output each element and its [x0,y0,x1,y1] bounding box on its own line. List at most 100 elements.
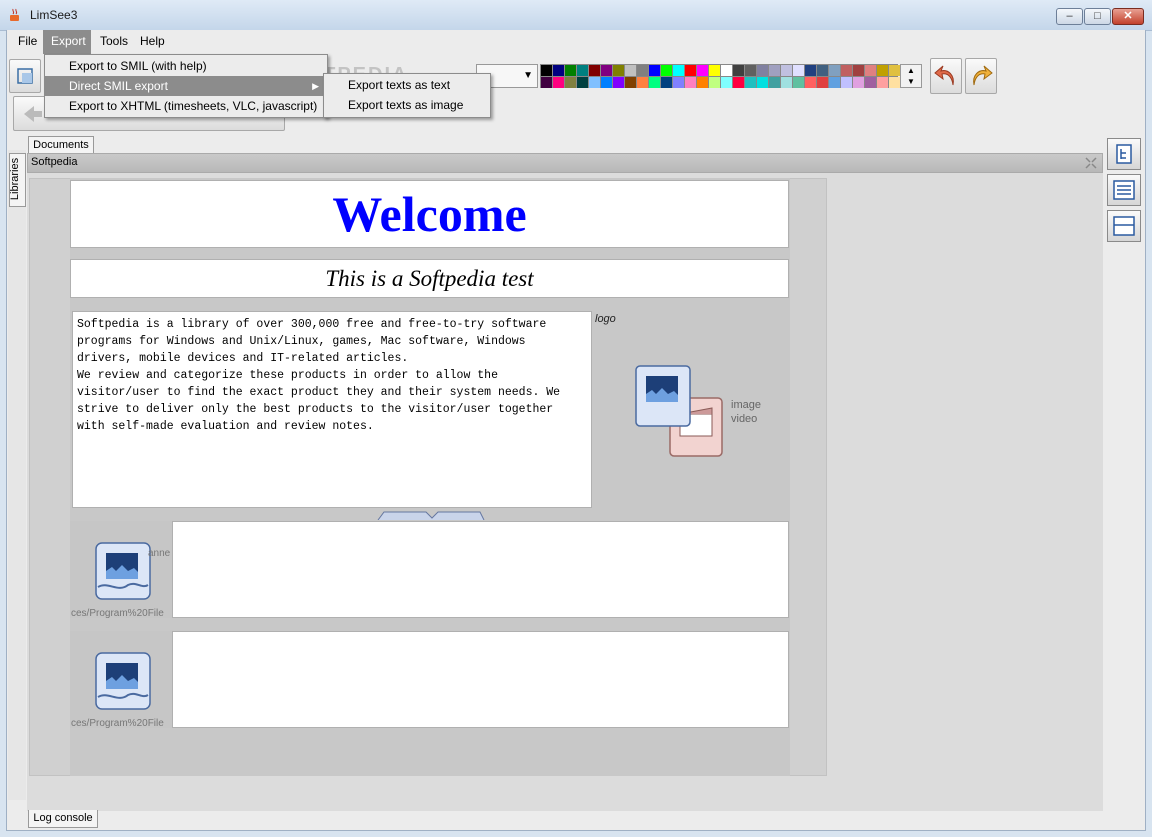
color-swatch[interactable] [673,65,684,76]
color-swatch[interactable] [865,65,876,76]
view-list-button[interactable] [1107,174,1141,206]
row-2-path: ces/Program%20File [71,608,164,619]
image-video-media-icon [635,365,723,457]
color-swatch[interactable] [661,77,672,88]
menu-item-export-smil-help[interactable]: Export to SMIL (with help) [45,56,327,76]
color-swatch[interactable] [865,77,876,88]
view-layout-button[interactable] [1107,210,1141,242]
layout-icon [17,68,33,84]
color-swatch[interactable] [877,77,888,88]
palette-scroll[interactable]: ▲ ▼ [900,64,922,88]
color-swatch[interactable] [709,77,720,88]
color-swatch[interactable] [889,77,900,88]
color-swatch[interactable] [541,77,552,88]
view-tree-button[interactable] [1107,138,1141,170]
panel-header [27,153,1103,173]
color-swatch[interactable] [793,77,804,88]
menu-export[interactable]: Export [43,30,91,54]
menu-item-export-texts-as-image[interactable]: Export texts as image [324,95,490,115]
layout-button[interactable] [9,59,41,93]
maximize-button[interactable]: □ [1084,8,1111,25]
menu-tools[interactable]: Tools [92,30,136,54]
menu-item-export-xhtml[interactable]: Export to XHTML (timesheets, VLC, javasc… [45,96,327,116]
minimize-button[interactable]: – [1056,8,1083,25]
color-swatch[interactable] [817,77,828,88]
back-arrow-icon[interactable] [20,103,44,125]
menu-file[interactable]: File [10,30,45,54]
drag-handle-icon[interactable] [376,508,486,520]
color-swatch[interactable] [781,77,792,88]
color-swatch[interactable] [805,65,816,76]
color-swatch[interactable] [769,77,780,88]
color-swatch[interactable] [589,65,600,76]
close-button[interactable]: ✕ [1112,8,1144,25]
welcome-text-region[interactable]: Welcome [70,180,789,248]
redo-button[interactable] [965,58,997,94]
tab-documents[interactable]: Documents [28,136,94,154]
color-swatch[interactable] [793,65,804,76]
color-swatch[interactable] [613,77,624,88]
color-swatch[interactable] [745,77,756,88]
color-swatch[interactable] [625,77,636,88]
color-swatch[interactable] [781,65,792,76]
color-swatch[interactable] [733,77,744,88]
color-swatch[interactable] [757,65,768,76]
color-swatch[interactable] [697,65,708,76]
row-2-text-region[interactable] [172,521,789,618]
undo-button[interactable] [930,58,962,94]
color-swatch[interactable] [637,65,648,76]
tab-libraries-label: Libraries [9,157,21,201]
color-swatch[interactable] [853,65,864,76]
color-swatch[interactable] [649,65,660,76]
color-swatch[interactable] [661,65,672,76]
chevron-down-icon: ▼ [523,70,533,81]
menu-item-export-texts-as-text[interactable]: Export texts as text [324,75,490,95]
color-swatch[interactable] [721,65,732,76]
logo-label: logo [595,313,616,325]
color-swatch[interactable] [709,65,720,76]
color-swatch[interactable] [637,77,648,88]
scroll-down-icon[interactable]: ▼ [901,76,921,87]
body-text-region[interactable]: Softpedia is a library of over 300,000 f… [72,311,592,508]
color-swatch[interactable] [721,77,732,88]
color-swatch[interactable] [697,77,708,88]
color-swatch[interactable] [577,77,588,88]
color-swatch[interactable] [553,77,564,88]
color-swatch[interactable] [745,65,756,76]
color-palette[interactable] [540,64,900,88]
color-swatch[interactable] [877,65,888,76]
color-swatch[interactable] [841,77,852,88]
scroll-up-icon[interactable]: ▲ [901,65,921,76]
color-swatch[interactable] [757,77,768,88]
color-swatch[interactable] [841,65,852,76]
color-swatch[interactable] [541,65,552,76]
color-swatch[interactable] [589,77,600,88]
color-swatch[interactable] [805,77,816,88]
subtitle-text-region[interactable]: This is a Softpedia test [70,259,789,298]
color-swatch[interactable] [601,65,612,76]
color-swatch[interactable] [649,77,660,88]
color-swatch[interactable] [625,65,636,76]
color-swatch[interactable] [673,77,684,88]
color-swatch[interactable] [853,77,864,88]
redo-icon [973,65,993,86]
color-swatch[interactable] [769,65,780,76]
color-swatch[interactable] [829,65,840,76]
color-swatch[interactable] [553,65,564,76]
menu-item-direct-smil-export[interactable]: Direct SMIL export ▶ [45,76,327,96]
restore-panel-icon[interactable] [1084,156,1098,170]
color-swatch[interactable] [889,65,900,76]
color-swatch[interactable] [601,77,612,88]
color-swatch[interactable] [685,77,696,88]
color-swatch[interactable] [565,77,576,88]
menu-help[interactable]: Help [132,30,173,54]
color-swatch[interactable] [817,65,828,76]
color-swatch[interactable] [733,65,744,76]
tab-log-console[interactable]: Log console [28,810,98,828]
color-swatch[interactable] [577,65,588,76]
color-swatch[interactable] [613,65,624,76]
color-swatch[interactable] [829,77,840,88]
color-swatch[interactable] [685,65,696,76]
color-swatch[interactable] [565,65,576,76]
row-3-text-region[interactable] [172,631,789,728]
